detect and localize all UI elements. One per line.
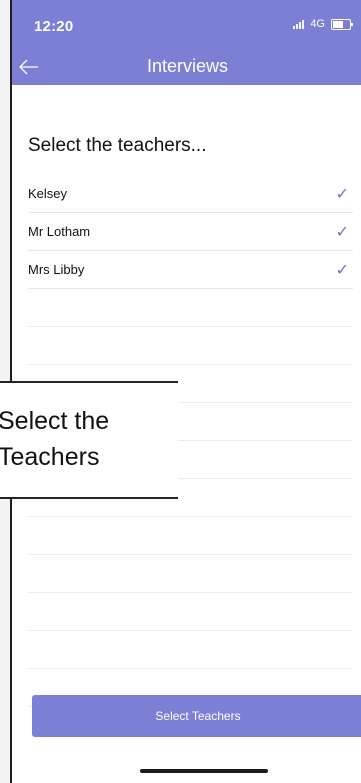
teacher-name: Mr Lotham xyxy=(28,224,91,239)
home-indicator xyxy=(140,769,268,773)
app-header: 12:20 4G Interviews xyxy=(12,0,361,85)
status-time: 12:20 xyxy=(34,18,74,35)
teacher-row[interactable]: Kelsey ✓ xyxy=(28,175,353,213)
status-indicators: 4G xyxy=(293,18,353,30)
teacher-name: Mrs Libby xyxy=(28,262,85,277)
checkmark-icon: ✓ xyxy=(335,261,349,279)
battery-icon xyxy=(331,18,353,30)
empty-row xyxy=(28,517,353,555)
callout-label: Select the Teachers xyxy=(0,381,178,499)
checkmark-icon: ✓ xyxy=(335,223,349,241)
empty-row xyxy=(28,631,353,669)
empty-row xyxy=(28,289,353,327)
empty-row xyxy=(28,555,353,593)
network-label: 4G xyxy=(310,18,325,30)
section-heading: Select the teachers... xyxy=(28,135,207,156)
empty-row xyxy=(28,327,353,365)
signal-icon xyxy=(293,19,305,29)
callout-line-1: Select the xyxy=(0,407,110,435)
select-teachers-button[interactable]: Select Teachers xyxy=(32,695,361,737)
teacher-name: Kelsey xyxy=(28,186,68,201)
checkmark-icon: ✓ xyxy=(335,185,349,203)
empty-row xyxy=(28,593,353,631)
callout-line-2: Teachers xyxy=(0,443,100,471)
teacher-row[interactable]: Mrs Libby ✓ xyxy=(28,251,353,289)
page-title: Interviews xyxy=(146,56,229,76)
teacher-row[interactable]: Mr Lotham ✓ xyxy=(28,213,353,251)
